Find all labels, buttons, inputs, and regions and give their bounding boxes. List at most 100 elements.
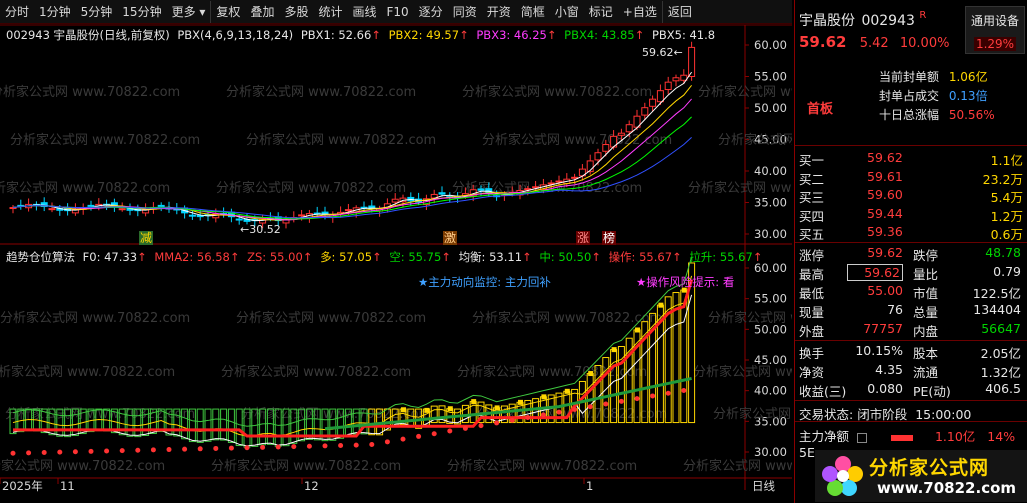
candle-body — [391, 198, 399, 203]
risk-dot — [150, 447, 156, 453]
stat-label: 股本 — [913, 346, 939, 361]
candle-body — [188, 214, 196, 217]
pbx2-value: PBX2: 49.57 — [388, 28, 460, 42]
signal-square — [518, 399, 523, 405]
pbx-params: PBX(4,6,9,13,18,24) — [177, 28, 294, 42]
order-label: 买一 — [799, 153, 825, 168]
risk-dot — [384, 439, 390, 445]
position-box — [672, 292, 680, 424]
price-change: 5.42 — [859, 36, 889, 51]
net-flow-icon[interactable] — [857, 432, 867, 443]
order-price: 59.61 — [867, 168, 903, 184]
order-price: 59.36 — [867, 224, 903, 239]
candle-body — [656, 90, 664, 103]
order-price: 59.60 — [867, 187, 903, 202]
pbx3-value: PBX3: 46.25 — [476, 28, 547, 42]
risk-dot — [494, 420, 500, 426]
risk-dot — [447, 428, 453, 434]
duo-value: 多: 57.05 — [320, 250, 373, 264]
price-change-pct: 10.00% — [899, 36, 950, 51]
risk-dot — [291, 444, 297, 450]
candle-body — [594, 152, 602, 161]
stat-value: 2.05亿 — [980, 346, 1021, 361]
bottom-label: 5E — [799, 445, 815, 460]
stat-label: 总量 — [913, 305, 939, 320]
risk-dot — [88, 448, 94, 454]
seal-amount: 当前封单额 1.06亿 — [879, 68, 988, 85]
position-box — [469, 401, 477, 424]
order-volume: 1.1亿 — [990, 153, 1023, 168]
watermark-text: 分析家公式网 www.70822.com — [713, 406, 792, 422]
risk-dot — [26, 450, 32, 456]
order-label: 买三 — [799, 190, 825, 205]
y-tick-label: 55.00 — [754, 292, 787, 306]
signal-square — [588, 371, 594, 377]
trade-state-label: 交易状态: — [799, 407, 854, 422]
signal-square — [471, 399, 477, 405]
risk-note: ★操作风险提示: 看 — [636, 275, 735, 289]
stat-value: 56647 — [981, 321, 1021, 336]
order-volume: 23.2万 — [982, 171, 1023, 187]
watermark-text: 分析家公式网 www.70822.com — [221, 364, 411, 380]
risk-dot — [681, 388, 687, 394]
y-tick-label: 55.00 — [754, 70, 787, 84]
risk-dot — [228, 445, 234, 451]
risk-dot — [540, 412, 546, 418]
candle-body — [477, 188, 485, 191]
risk-dot — [572, 406, 578, 412]
risk-dot — [634, 396, 640, 402]
risk-dot — [306, 443, 312, 449]
stat-value: 122.5亿 — [972, 286, 1021, 301]
stat-value: 0.080 — [867, 381, 903, 396]
signal-tag-1: 激 — [444, 231, 456, 245]
stat-value: 55.00 — [867, 283, 903, 298]
risk-dot — [400, 436, 406, 442]
watermark-text: 分析家公式网 www.70822.com — [718, 132, 792, 148]
candle-body — [625, 124, 633, 133]
stat-label: PE(动) — [913, 384, 951, 399]
y-tick-label: 40.00 — [754, 384, 787, 398]
order-volume: 5.4万 — [990, 190, 1023, 205]
y-tick-label: 40.00 — [754, 164, 787, 178]
x-axis-label: 11 — [60, 479, 75, 493]
candle-body — [547, 182, 555, 185]
trade-state-time: 15:00:00 — [915, 407, 972, 422]
risk-dot — [322, 443, 328, 449]
stat-label: 最低 — [799, 286, 825, 301]
candle-body — [48, 208, 56, 211]
net-flow: 主力净额 1.10亿 14% — [799, 426, 1015, 445]
signal-tag-3: 榜 — [603, 230, 615, 245]
net-flow-value: 1.10亿 — [934, 429, 976, 444]
flower-logo-icon — [822, 456, 863, 496]
risk-dot — [525, 415, 531, 421]
net-flow-bar — [890, 434, 913, 441]
category-box[interactable]: 通用设备 1.29% — [965, 6, 1025, 54]
zs-value: ZS: 55.00 — [247, 250, 303, 264]
y-tick-label: 50.00 — [754, 101, 787, 115]
risk-dot — [462, 425, 468, 431]
signal-tag-0: 减 — [140, 231, 152, 245]
order-price: 59.44 — [867, 205, 903, 221]
risk-dot — [260, 444, 266, 450]
risk-dot — [431, 431, 437, 437]
risk-dot — [587, 404, 593, 410]
logo-url: www.70822.com — [877, 479, 1017, 497]
watermark-text: 分析家公式网 www.70822.com — [708, 310, 792, 326]
watermark-text: 分析家公式网 www.70822.com — [236, 310, 426, 326]
signal-square — [401, 407, 406, 413]
watermark-text: 分析家公式网 www.70822.com — [698, 84, 792, 100]
seal-value: 1.06亿 — [948, 70, 988, 84]
ten-day-value: 50.56% — [948, 108, 995, 122]
candle-body — [555, 180, 563, 183]
risk-dot — [509, 417, 515, 423]
margin-flag: R — [919, 10, 927, 21]
risk-dot — [556, 409, 562, 415]
risk-dot — [275, 444, 281, 450]
sub-chart-name: 趋势仓位算法 — [6, 250, 75, 264]
stat-value: 59.62 — [847, 264, 903, 281]
stat-label: 换手 — [799, 346, 825, 361]
stat-label: 净资 — [799, 365, 825, 380]
watermark-text: 分析家公式网 www.70822.com — [447, 458, 637, 474]
position-box — [196, 408, 204, 443]
board-tag: 首板 — [807, 102, 834, 117]
